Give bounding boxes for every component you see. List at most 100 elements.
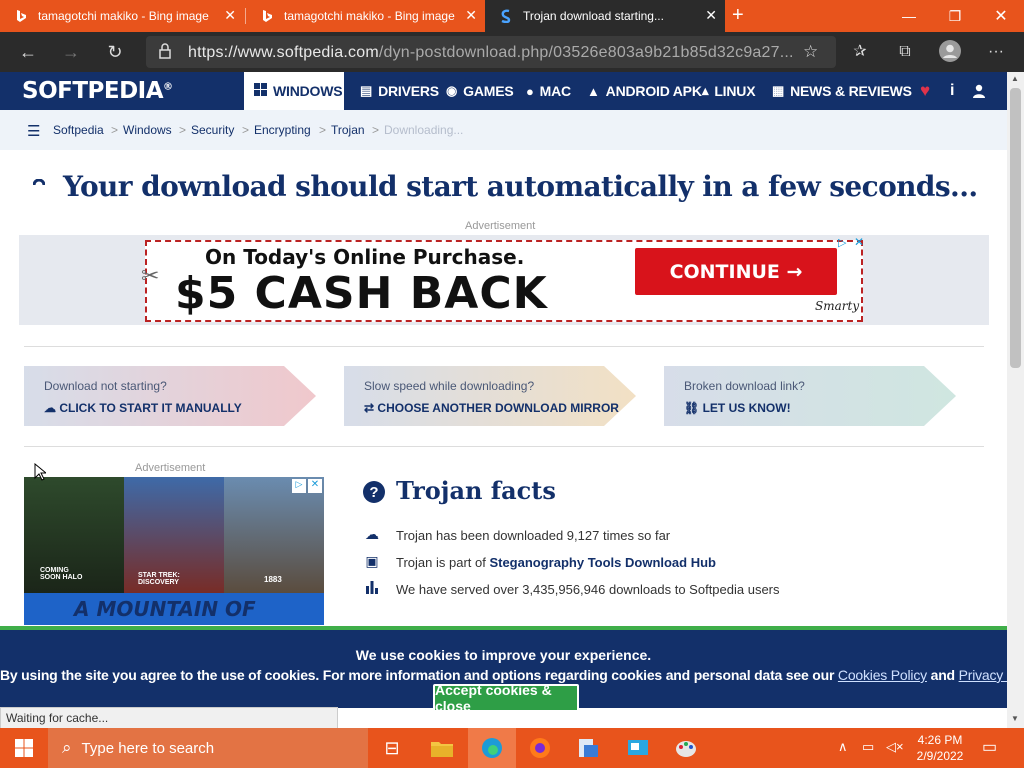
ad-tagline: A MOUNTAIN OF — [74, 597, 256, 621]
ad-close-icon[interactable]: ✕ — [308, 479, 322, 493]
minimize-button[interactable]: — — [886, 0, 932, 32]
breadcrumb-windows[interactable]: Windows — [123, 123, 172, 137]
file-explorer-icon[interactable] — [418, 728, 466, 768]
browser-tab-active[interactable]: Trojan download starting... ✕ — [485, 0, 725, 32]
loading-spinner-icon — [32, 178, 46, 196]
browser-tab-1[interactable]: tamagotchi makiko - Bing image ✕ — [0, 0, 244, 32]
url-input[interactable]: https://www.softpedia.com/dyn-postdownlo… — [146, 36, 836, 68]
hamburger-menu-icon[interactable]: ☰ — [27, 122, 40, 140]
help-question: Broken download link? — [684, 379, 805, 393]
help-question: Slow speed while downloading? — [364, 379, 535, 393]
breadcrumb-encrypting[interactable]: Encrypting — [254, 123, 311, 137]
briefcase-icon: ▣ — [365, 553, 379, 569]
tab-title: tamagotchi makiko - Bing image — [284, 9, 455, 23]
user-icon[interactable] — [972, 72, 986, 110]
restore-button[interactable]: ❐ — [932, 0, 978, 32]
site-header: SOFTPEDIA® WINDOWS ▤ DRIVERS ◉ GAMES ● MAC … — [0, 72, 1007, 110]
android-icon: ▲ — [587, 83, 600, 99]
start-manually-link[interactable]: ☁ CLICK TO START IT MANUALLY — [44, 401, 242, 415]
download-icon: ☁ — [365, 526, 379, 542]
breadcrumb-separator: > — [319, 123, 327, 137]
cloud-download-icon: ☁ — [44, 401, 56, 415]
nav-android[interactable]: ▲ ANDROID APK — [587, 72, 702, 110]
taskbar-clock[interactable]: 4:26 PM 2/9/2022 — [905, 732, 975, 764]
nav-games[interactable]: ◉ GAMES — [446, 72, 514, 110]
collections-icon[interactable]: ⧉ — [893, 40, 917, 64]
adchoices-icon[interactable]: ▷ — [838, 236, 846, 249]
heart-icon[interactable]: ♥ — [920, 72, 930, 110]
side-ad[interactable]: COMING SOON HALO STAR TREK: DISCOVERY 18… — [24, 477, 324, 625]
info-icon[interactable]: i — [950, 72, 954, 110]
breadcrumb-trojan[interactable]: Trojan — [331, 123, 365, 137]
windows-icon — [254, 83, 267, 99]
bing-icon — [260, 9, 274, 23]
profile-avatar[interactable] — [938, 40, 962, 64]
nav-drivers[interactable]: ▤ DRIVERS — [360, 72, 439, 110]
close-tab-icon[interactable]: ✕ — [705, 8, 717, 22]
breadcrumb-security[interactable]: Security — [191, 123, 234, 137]
report-link[interactable]: ⛓ LET US KNOW! — [684, 401, 791, 415]
edge-icon[interactable] — [468, 728, 516, 768]
refresh-button[interactable]: ↻ — [103, 40, 127, 64]
bar-chart-icon — [363, 580, 381, 598]
site-logo[interactable]: SOFTPEDIA® — [22, 78, 173, 104]
app-icon[interactable] — [564, 728, 612, 768]
drivers-icon: ▤ — [360, 83, 373, 98]
close-tab-icon[interactable]: ✕ — [224, 8, 236, 22]
breadcrumb-separator: > — [372, 123, 380, 137]
ad-close-icon[interactable]: ✕ — [854, 235, 864, 249]
ad-label: Advertisement — [465, 220, 536, 232]
cookies-policy-link[interactable]: Cookies Policy — [838, 667, 927, 683]
accept-cookies-button[interactable]: Accept cookies & close — [433, 682, 579, 714]
gamepad-icon: ◉ — [446, 83, 458, 98]
choose-mirror-link[interactable]: ⇄ CHOOSE ANOTHER DOWNLOAD MIRROR — [364, 401, 619, 415]
notifications-icon[interactable]: ▭ — [982, 737, 997, 757]
taskbar-search[interactable]: ⌕ Type here to search — [48, 728, 368, 768]
ad-tile-text: 1883 — [264, 575, 282, 584]
nav-windows[interactable]: WINDOWS — [244, 72, 344, 110]
scroll-down-icon[interactable]: ▼ — [1011, 714, 1019, 723]
start-button[interactable] — [0, 728, 48, 768]
swap-icon: ⇄ — [364, 401, 375, 415]
help-box-manual[interactable]: Download not starting? ☁ CLICK TO START … — [24, 366, 316, 426]
nav-news[interactable]: ▦ NEWS & REVIEWS — [772, 72, 912, 110]
control-panel-icon[interactable] — [614, 728, 662, 768]
help-box-mirror[interactable]: Slow speed while downloading? ⇄ CHOOSE A… — [344, 366, 636, 426]
hub-link[interactable]: Steganography Tools Download Hub — [489, 555, 716, 570]
scrollbar-thumb[interactable] — [1010, 88, 1021, 368]
svg-text:?: ? — [369, 484, 378, 501]
help-box-report[interactable]: Broken download link? ⛓ LET US KNOW! — [664, 366, 956, 426]
nav-mac[interactable]: ● MAC — [526, 72, 571, 110]
close-window-button[interactable]: ✕ — [978, 0, 1024, 32]
clock-date: 2/9/2022 — [916, 749, 964, 763]
breadcrumb-separator: > — [179, 123, 187, 137]
favorite-star-icon[interactable]: ☆ — [803, 42, 818, 62]
new-tab-button[interactable]: + — [732, 5, 744, 25]
status-bar: Waiting for cache... — [0, 707, 338, 729]
volume-muted-icon[interactable]: ◁× — [886, 739, 904, 755]
forward-button[interactable]: → — [59, 40, 83, 64]
ad-continue-button[interactable]: CONTINUE → — [635, 248, 837, 295]
tray-chevron-icon[interactable]: ∧ — [838, 739, 848, 755]
clock-time: 4:26 PM — [917, 733, 963, 747]
adchoices-icon[interactable]: ▷ — [292, 479, 306, 493]
question-circle-icon: ? — [363, 481, 385, 508]
mouse-cursor-icon — [34, 462, 48, 484]
breadcrumb-softpedia[interactable]: Softpedia — [53, 123, 104, 137]
task-view-icon[interactable]: ⊟ — [368, 728, 416, 768]
fact-hub: Trojan is part of Steganography Tools Do… — [396, 555, 716, 570]
tab-title: tamagotchi makiko - Bing image — [38, 9, 209, 23]
scroll-up-icon[interactable]: ▲ — [1011, 74, 1019, 83]
close-tab-icon[interactable]: ✕ — [465, 8, 477, 22]
facts-title: Trojan facts — [396, 476, 556, 505]
paint-icon[interactable] — [662, 728, 710, 768]
apple-icon: ● — [526, 83, 534, 99]
more-menu-icon[interactable]: ··· — [984, 40, 1008, 64]
back-button[interactable]: ← — [16, 40, 40, 64]
nav-linux[interactable]: ▴ LINUX — [702, 72, 756, 110]
browser-tab-2[interactable]: tamagotchi makiko - Bing image ✕ — [246, 0, 485, 32]
favorites-icon[interactable]: ✰ — [848, 40, 872, 64]
ad-brand: Smarty — [815, 299, 860, 313]
firefox-icon[interactable] — [516, 728, 564, 768]
network-icon[interactable]: ▭ — [862, 739, 874, 755]
